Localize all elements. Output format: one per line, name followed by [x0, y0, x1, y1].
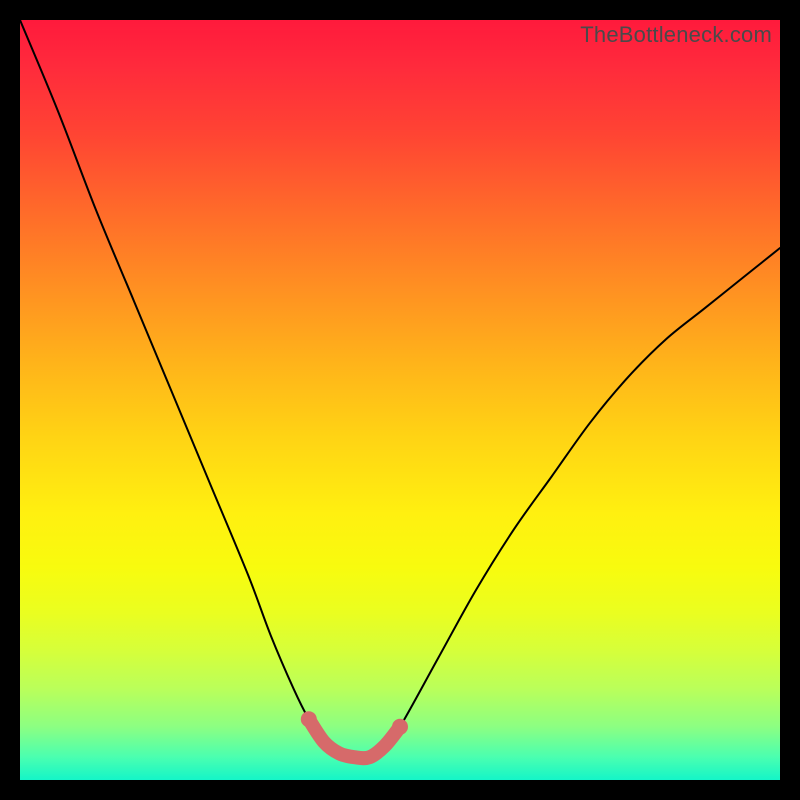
- plot-area: TheBottleneck.com: [20, 20, 780, 780]
- curve-layer: [20, 20, 780, 780]
- bottleneck-curve: [20, 20, 780, 758]
- chart-frame: TheBottleneck.com: [0, 0, 800, 800]
- trough-highlight: [301, 711, 408, 758]
